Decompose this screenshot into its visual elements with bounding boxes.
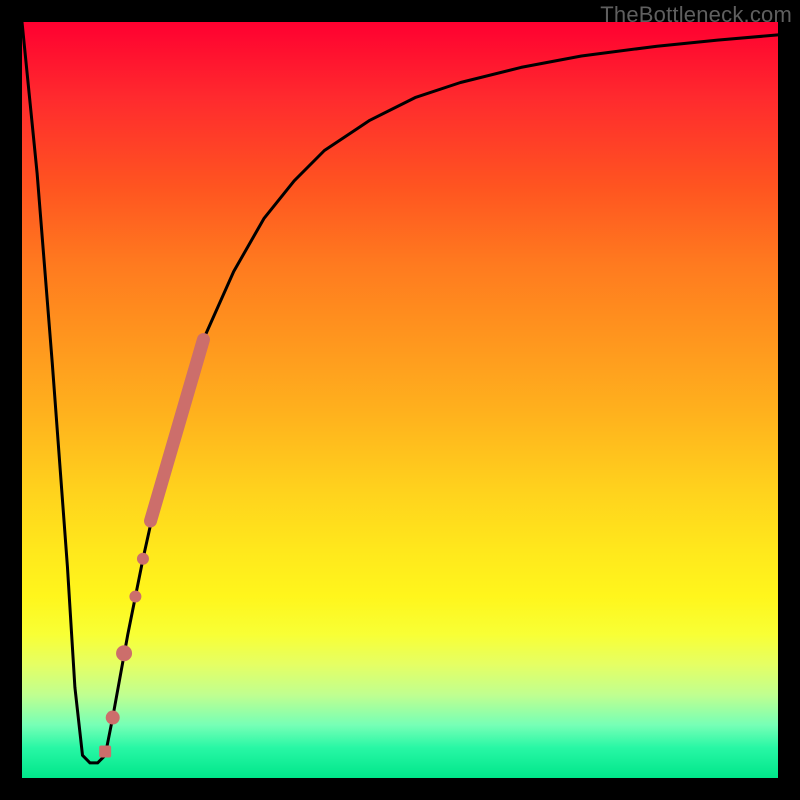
bottleneck-curve [22, 22, 778, 763]
chart-frame: TheBottleneck.com [0, 0, 800, 800]
watermark-text: TheBottleneck.com [600, 2, 792, 28]
dot1 [137, 553, 149, 565]
dot5_square [99, 746, 111, 758]
dot2 [129, 591, 141, 603]
plot-area [22, 22, 778, 778]
data-markers [99, 340, 203, 758]
chart-svg [22, 22, 778, 778]
bar_segment [151, 340, 204, 521]
dot3 [116, 645, 132, 661]
dot4 [106, 711, 120, 725]
